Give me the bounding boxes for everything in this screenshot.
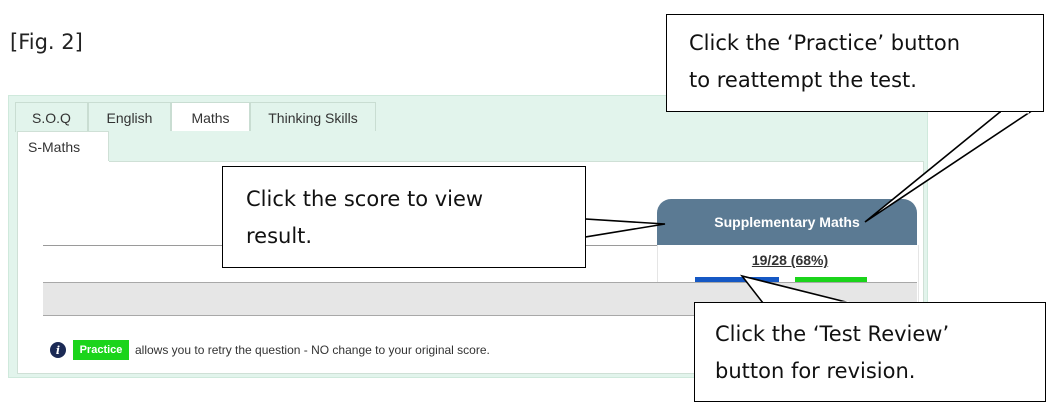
practice-callout-line2: to reattempt the test.: [689, 68, 917, 92]
practice-callout: Click the ‘Practice’ button to reattempt…: [666, 14, 1044, 112]
review-callout: Click the ‘Test Review’ button for revis…: [694, 302, 1046, 402]
score-callout-pointer: [584, 218, 666, 238]
score-callout: Click the score to view result.: [222, 166, 586, 268]
score-callout-line1: Click the score to view: [246, 187, 484, 211]
review-callout-pointer: [739, 274, 851, 304]
review-callout-line2: button for revision.: [715, 359, 916, 383]
practice-callout-line1: Click the ‘Practice’ button: [689, 31, 961, 55]
practice-callout-pointer: [864, 111, 1033, 223]
score-callout-line2: result.: [246, 224, 313, 248]
review-callout-line1: Click the ‘Test Review’: [715, 322, 950, 346]
